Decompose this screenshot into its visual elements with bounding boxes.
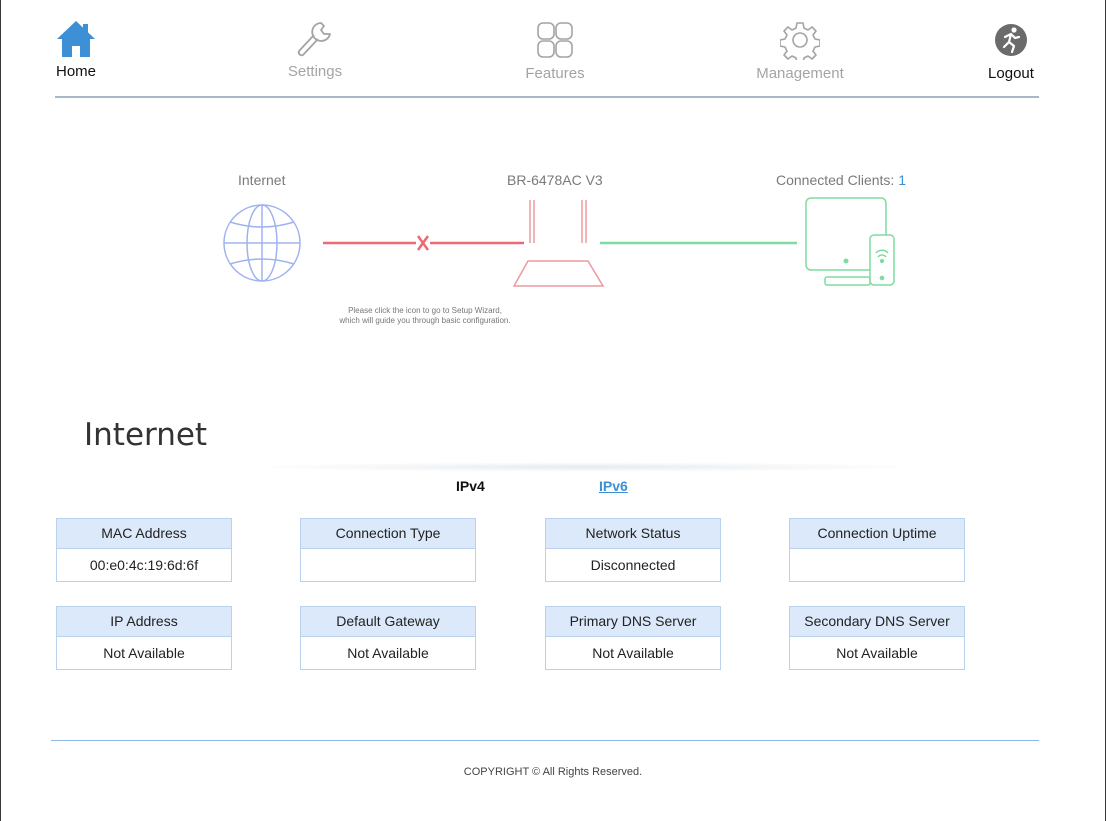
info-box-value: Not Available	[347, 645, 429, 661]
tab-ipv6[interactable]: IPv6	[599, 478, 628, 494]
info-box-label: Connection Uptime	[790, 519, 964, 549]
info-box-value: Not Available	[103, 645, 185, 661]
info-box-label: Network Status	[546, 519, 720, 549]
info-box-label: MAC Address	[57, 519, 231, 549]
tab-ipv4[interactable]: IPv4	[456, 478, 485, 494]
setup-wizard-hint-line1: Please click the icon to go to Setup Wiz…	[348, 306, 502, 315]
info-box-secondary-dns: Secondary DNS Server Not Available	[789, 606, 965, 670]
info-box-connection-uptime: Connection Uptime	[789, 518, 965, 582]
disconnect-x-icon	[416, 235, 430, 251]
network-diagram	[223, 197, 895, 287]
info-box-ip-address: IP Address Not Available	[56, 606, 232, 670]
info-box-connection-type: Connection Type	[300, 518, 476, 582]
info-box-mac-address: MAC Address 00:e0:4c:19:6d:6f	[56, 518, 232, 582]
info-box-network-status: Network Status Disconnected	[545, 518, 721, 582]
info-box-label: Secondary DNS Server	[790, 607, 964, 637]
info-box-value: Not Available	[592, 645, 674, 661]
setup-wizard-hint-line2: which will guide you through basic confi…	[339, 316, 511, 325]
info-box-label: IP Address	[57, 607, 231, 637]
info-box-value: 00:e0:4c:19:6d:6f	[89, 557, 199, 573]
globe-icon[interactable]	[223, 204, 301, 282]
section-title: Internet	[84, 417, 208, 453]
router-icon[interactable]	[512, 200, 605, 287]
info-box-value	[301, 549, 475, 581]
info-box-label: Connection Type	[301, 519, 475, 549]
info-box-value: Not Available	[836, 645, 918, 661]
footer-divider	[51, 740, 1039, 741]
info-box-value	[790, 549, 964, 581]
info-box-value: Disconnected	[590, 557, 676, 573]
setup-wizard-hint: Please click the icon to go to Setup Wiz…	[300, 306, 550, 326]
info-box-label: Default Gateway	[301, 607, 475, 637]
section-title-underline	[240, 462, 930, 472]
info-box-primary-dns: Primary DNS Server Not Available	[545, 606, 721, 670]
info-box-label: Primary DNS Server	[546, 607, 720, 637]
client-devices-icon[interactable]	[805, 197, 895, 286]
copyright-text: COPYRIGHT © All Rights Reserved.	[463, 766, 643, 778]
info-box-default-gateway: Default Gateway Not Available	[300, 606, 476, 670]
internet-link-disconnected	[323, 235, 524, 251]
